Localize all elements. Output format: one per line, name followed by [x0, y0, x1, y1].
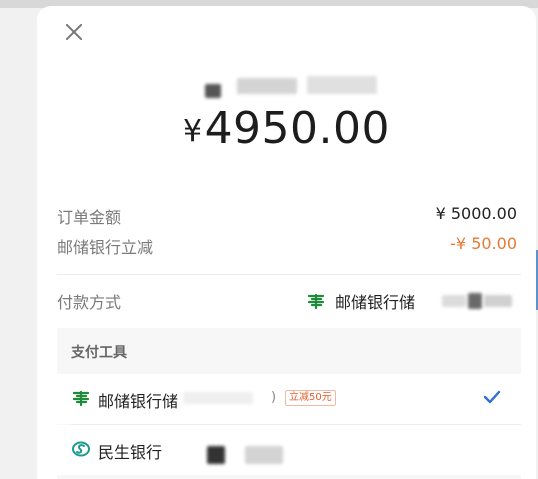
check-icon	[483, 390, 501, 404]
payment-tool-name: 民生银行	[98, 443, 163, 462]
discount-value: -¥ 50.00	[450, 234, 517, 253]
discount-row: 邮储银行立减 -¥ 50.00	[57, 234, 517, 260]
payment-tools-heading: 支付工具	[71, 345, 127, 361]
card-number-redacted	[207, 446, 225, 464]
card-number-redacted	[245, 446, 283, 464]
payment-tool-psbc[interactable]: 邮储银行储 ) 立减50元	[57, 374, 521, 424]
payment-method-row[interactable]: 付款方式 邮储银行储	[57, 289, 521, 315]
discount-badge: 立减50元	[285, 390, 336, 406]
close-icon[interactable]	[62, 20, 86, 44]
merchant-name-redacted	[197, 76, 397, 98]
payment-method-label: 付款方式	[57, 293, 122, 312]
order-amount-value: ¥ 5000.00	[435, 204, 517, 223]
psbc-logo-icon	[307, 293, 325, 309]
amount-value: 4950.00	[204, 103, 391, 154]
payment-tool-name: 邮储银行储	[98, 392, 179, 411]
payment-tools-panel: 支付工具 邮储银行储 ) 立减50元 民生银行	[57, 328, 521, 479]
payment-amount: ¥4950.00	[37, 103, 536, 154]
payment-sheet: ¥4950.00 订单金额 ¥ 5000.00 邮储银行立减 -¥ 50.00 …	[37, 6, 536, 479]
divider	[57, 274, 521, 275]
currency-symbol: ¥	[182, 114, 203, 149]
card-number-redacted	[183, 392, 253, 404]
payment-tool-cmbc[interactable]: 民生银行	[57, 425, 521, 475]
order-amount-row: 订单金额 ¥ 5000.00	[57, 204, 517, 230]
order-amount-label: 订单金额	[57, 208, 122, 227]
payment-method-redacted	[442, 293, 514, 309]
cmbc-logo-icon	[72, 441, 90, 457]
discount-label: 邮储银行立减	[57, 238, 154, 257]
psbc-logo-icon	[72, 390, 90, 406]
payment-method-value: 邮储银行储	[307, 289, 415, 313]
payment-tool-paren: )	[271, 390, 277, 405]
payment-method-text: 邮储银行储	[335, 293, 416, 312]
